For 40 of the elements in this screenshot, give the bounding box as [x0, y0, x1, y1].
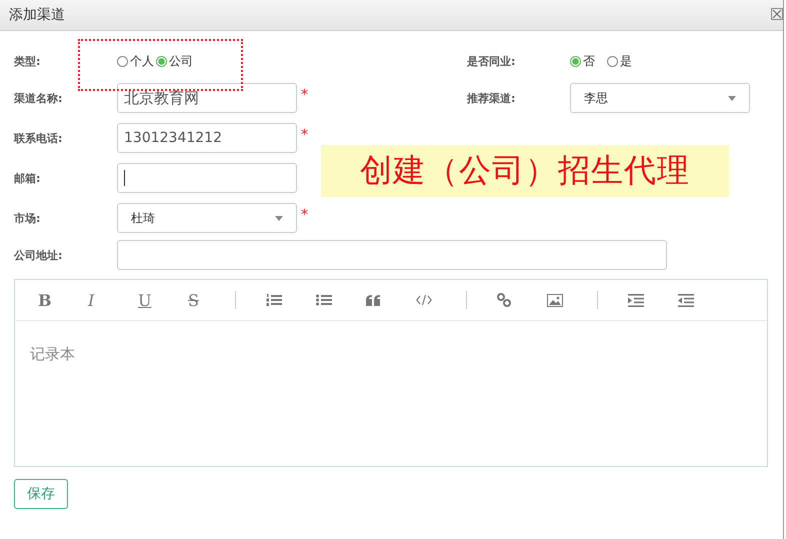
field-label: 渠道名称:	[14, 90, 64, 106]
link-icon[interactable]	[497, 293, 511, 307]
underline-button[interactable]: U	[135, 290, 185, 310]
radio-option[interactable]: 否	[570, 52, 595, 70]
code-icon[interactable]	[416, 294, 432, 306]
market-select[interactable]: 杜琦	[117, 203, 297, 233]
window-title: 添加渠道	[9, 6, 65, 24]
banner-caption: 创建（公司）招生代理	[321, 145, 729, 197]
rich-text-editor[interactable]: B I U S 记录本	[14, 279, 768, 467]
required-mark: *	[301, 127, 308, 143]
referral-select[interactable]: 李思	[570, 83, 750, 113]
radio-option[interactable]: 公司	[156, 52, 193, 70]
caret-icon	[275, 216, 283, 220]
channel-name-field[interactable]: 北京教育网	[117, 83, 297, 113]
outdent-icon[interactable]	[678, 294, 694, 306]
radio-option[interactable]: 个人	[117, 52, 154, 70]
italic-button[interactable]: I	[85, 290, 135, 310]
editor-placeholder: 记录本	[30, 345, 75, 363]
caret-icon	[728, 96, 736, 100]
field-label: 邮箱:	[14, 170, 42, 186]
radio-option[interactable]: 是	[607, 52, 632, 70]
field-label: 公司地址:	[14, 248, 64, 262]
strike-button[interactable]: S	[185, 290, 235, 310]
bold-button[interactable]: B	[35, 290, 85, 310]
quote-icon[interactable]	[366, 294, 381, 306]
bullet-list-icon[interactable]	[316, 294, 332, 306]
close-icon[interactable]	[771, 8, 783, 20]
field-label: 是否同业:	[467, 54, 516, 68]
required-mark: *	[301, 87, 308, 103]
ordered-list-icon[interactable]	[266, 293, 282, 307]
phone-field[interactable]: 13012341212	[117, 123, 297, 153]
image-icon[interactable]	[547, 294, 563, 306]
field-label: 推荐渠道:	[467, 90, 516, 106]
field-label: 联系电话:	[14, 130, 64, 146]
email-field[interactable]	[117, 163, 297, 193]
field-label: 类型:	[14, 54, 42, 68]
address-field[interactable]	[117, 240, 667, 270]
required-mark: *	[301, 207, 308, 223]
field-label: 市场:	[14, 210, 42, 226]
indent-icon[interactable]	[628, 294, 644, 306]
